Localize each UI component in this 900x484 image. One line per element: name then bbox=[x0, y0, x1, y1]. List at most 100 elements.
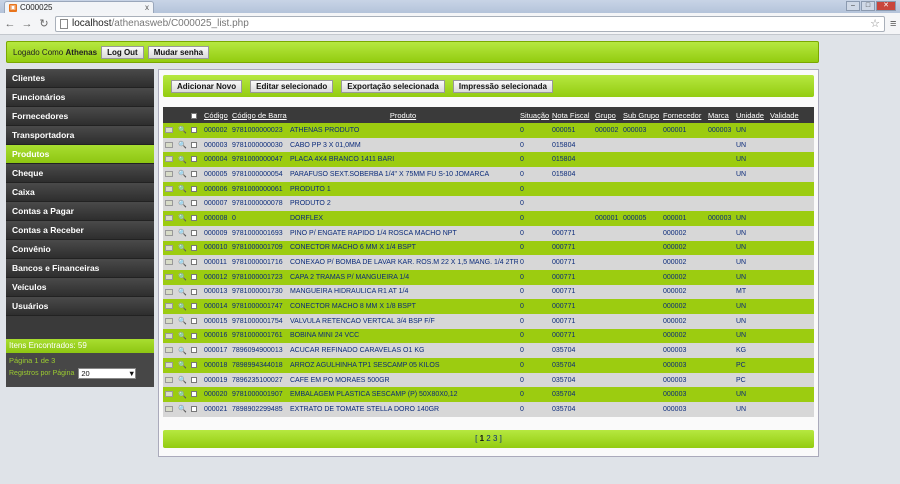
export-selected-button[interactable]: Exportação selecionada bbox=[341, 79, 445, 93]
edit-record-icon[interactable] bbox=[165, 362, 173, 368]
forward-icon[interactable]: → bbox=[21, 18, 33, 30]
edit-record-icon[interactable] bbox=[165, 185, 173, 192]
view-record-icon[interactable]: 🔍 bbox=[178, 245, 187, 252]
table-row[interactable]: 🔍 000021 7898902299485 EXTRATO DE TOMATE ST… bbox=[163, 402, 814, 417]
view-record-icon[interactable]: 🔍 bbox=[178, 127, 187, 134]
row-checkbox[interactable] bbox=[191, 171, 197, 178]
table-row[interactable]: 🔍 000003 9781000000030 CABO PP 3 X 01,0MM 0 0… bbox=[163, 137, 814, 153]
edit-record-icon[interactable] bbox=[165, 376, 173, 383]
view-record-icon[interactable]: 🔍 bbox=[178, 333, 187, 340]
edit-record-icon[interactable] bbox=[165, 229, 173, 236]
table-row[interactable]: 🔍 000019 7896235100027 CAFE EM PO MORAES 50… bbox=[163, 372, 814, 388]
table-row[interactable]: 🔍 000004 9781000000047 PLACA 4X4 BRANCO 141… bbox=[163, 152, 814, 168]
bookmark-star-icon[interactable]: ☆ bbox=[870, 17, 880, 30]
sidebar-item-bancos[interactable]: Bancos e Financeiras bbox=[6, 259, 154, 278]
change-password-button[interactable]: Mudar senha bbox=[147, 45, 210, 59]
menu-icon[interactable]: ≡ bbox=[890, 18, 896, 30]
row-checkbox[interactable] bbox=[191, 303, 197, 310]
view-record-icon[interactable]: 🔍 bbox=[178, 304, 187, 311]
table-row[interactable]: 🔍 000014 9781000001747 CONECTOR MACHO 8 MM … bbox=[163, 299, 814, 314]
table-row[interactable]: 🔍 000013 9781000001730 MANGUEIRA HIDRAULICA… bbox=[163, 284, 814, 300]
edit-record-icon[interactable] bbox=[165, 244, 173, 251]
close-window-icon[interactable]: ✕ bbox=[876, 1, 896, 11]
row-checkbox[interactable] bbox=[191, 156, 197, 163]
sidebar-item-convenio[interactable]: Convênio bbox=[6, 240, 154, 259]
edit-record-icon[interactable] bbox=[165, 141, 173, 148]
row-checkbox[interactable] bbox=[191, 391, 197, 398]
col-grupo[interactable]: Grupo bbox=[593, 107, 621, 123]
table-row[interactable]: 🔍 000015 9781000001754 VALVULA RETENCAO VER… bbox=[163, 313, 814, 329]
view-record-icon[interactable]: 🔍 bbox=[178, 215, 187, 222]
edit-record-icon[interactable] bbox=[165, 171, 173, 178]
minimize-icon[interactable]: – bbox=[846, 1, 860, 11]
row-checkbox[interactable] bbox=[191, 215, 197, 222]
view-record-icon[interactable]: 🔍 bbox=[178, 362, 187, 369]
col-codigo-barra[interactable]: Código de Barra bbox=[230, 107, 288, 123]
row-checkbox[interactable] bbox=[191, 229, 197, 236]
select-all-checkbox[interactable] bbox=[191, 112, 197, 119]
table-row[interactable]: 🔍 000007 9781000000078 PRODUTO 20 bbox=[163, 196, 814, 212]
edit-record-icon[interactable] bbox=[165, 127, 173, 133]
col-sub-grupo[interactable]: Sub Grupo bbox=[621, 107, 661, 123]
edit-record-icon[interactable] bbox=[165, 259, 173, 266]
table-row[interactable]: 🔍 000017 7896094900013 ACUCAR REFINADO CARA… bbox=[163, 343, 814, 358]
logout-button[interactable]: Log Out bbox=[101, 45, 144, 59]
view-record-icon[interactable]: 🔍 bbox=[178, 157, 187, 164]
back-icon[interactable]: ← bbox=[4, 18, 16, 30]
table-row[interactable]: 🔍 000008 0 DORFLEX 0 000001 000005 000001 000003… bbox=[163, 211, 814, 226]
row-checkbox[interactable] bbox=[191, 200, 197, 207]
sidebar-item-contas-receber[interactable]: Contas a Receber bbox=[6, 221, 154, 240]
row-checkbox[interactable] bbox=[191, 244, 197, 251]
row-checkbox[interactable] bbox=[191, 273, 197, 280]
page-link-3[interactable]: 3 bbox=[493, 434, 497, 443]
edit-record-icon[interactable] bbox=[165, 347, 173, 354]
sidebar-item-funcionarios[interactable]: Funcionários bbox=[6, 88, 154, 107]
col-codigo[interactable]: Código bbox=[202, 107, 230, 123]
table-row[interactable]: 🔍 000016 9781000001761 BOBINA MINI 24 VCC 0 0… bbox=[163, 328, 814, 344]
sidebar-item-fornecedores[interactable]: Fornecedores bbox=[6, 107, 154, 126]
browser-tab[interactable]: ▣ C000025 x bbox=[4, 1, 154, 13]
sidebar-item-transportadora[interactable]: Transportadora bbox=[6, 126, 154, 145]
table-row[interactable]: 🔍 000009 9781000001693 PINO P/ ENGATE RAPID… bbox=[163, 225, 814, 241]
sidebar-item-usuarios[interactable]: Usuários bbox=[6, 297, 154, 316]
add-new-button[interactable]: Adicionar Novo bbox=[171, 79, 243, 93]
edit-record-icon[interactable] bbox=[165, 303, 173, 310]
sidebar-item-clientes[interactable]: Clientes bbox=[6, 69, 154, 88]
page-link-2[interactable]: 2 bbox=[486, 434, 490, 443]
row-checkbox[interactable] bbox=[191, 288, 197, 295]
row-checkbox[interactable] bbox=[191, 317, 197, 324]
view-record-icon[interactable]: 🔍 bbox=[178, 274, 187, 281]
edit-record-icon[interactable] bbox=[165, 215, 173, 222]
row-checkbox[interactable] bbox=[191, 347, 197, 354]
table-row[interactable]: 🔍 000002 9781000000023 ATHENAS PRODUTO 0 0000… bbox=[163, 123, 814, 138]
col-produto[interactable]: Produto bbox=[288, 107, 518, 123]
sidebar-item-produtos[interactable]: Produtos bbox=[6, 145, 154, 164]
col-situacao[interactable]: Situação bbox=[518, 107, 550, 123]
col-marca[interactable]: Marca bbox=[706, 107, 734, 123]
edit-selected-button[interactable]: Editar selecionado bbox=[250, 79, 334, 93]
col-fornecedor[interactable]: Fornecedor bbox=[661, 107, 706, 123]
table-row[interactable]: 🔍 000006 9781000000061 PRODUTO 10 bbox=[163, 181, 814, 197]
table-row[interactable]: 🔍 000011 9781000001716 CONEXAO P/ BOMBA DE … bbox=[163, 255, 814, 270]
row-checkbox[interactable] bbox=[191, 362, 197, 368]
address-bar[interactable]: localhost /athenasweb/C000025_list.php ☆ bbox=[55, 15, 885, 32]
row-checkbox[interactable] bbox=[191, 376, 197, 383]
view-record-icon[interactable]: 🔍 bbox=[178, 230, 187, 237]
reload-icon[interactable]: ↻ bbox=[38, 17, 50, 30]
view-record-icon[interactable]: 🔍 bbox=[178, 201, 187, 208]
table-row[interactable]: 🔍 000020 9781000001907 EMBALAGEM PLASTICA S… bbox=[163, 387, 814, 403]
tab-close-icon[interactable]: x bbox=[145, 3, 149, 12]
edit-record-icon[interactable] bbox=[165, 406, 173, 413]
maximize-icon[interactable]: □ bbox=[861, 1, 875, 11]
table-row[interactable]: 🔍 000012 9781000001723 CAPA 2 TRAMAS P/ MAN… bbox=[163, 269, 814, 285]
view-record-icon[interactable]: 🔍 bbox=[178, 186, 187, 193]
view-record-icon[interactable]: 🔍 bbox=[178, 289, 187, 296]
col-nota-fiscal[interactable]: Nota Fiscal bbox=[550, 107, 593, 123]
view-record-icon[interactable]: 🔍 bbox=[178, 260, 187, 267]
edit-record-icon[interactable] bbox=[165, 332, 173, 339]
row-checkbox[interactable] bbox=[191, 185, 197, 192]
view-record-icon[interactable]: 🔍 bbox=[178, 392, 187, 399]
row-checkbox[interactable] bbox=[191, 332, 197, 339]
sidebar-item-cheque[interactable]: Cheque bbox=[6, 164, 154, 183]
edit-record-icon[interactable] bbox=[165, 200, 173, 207]
